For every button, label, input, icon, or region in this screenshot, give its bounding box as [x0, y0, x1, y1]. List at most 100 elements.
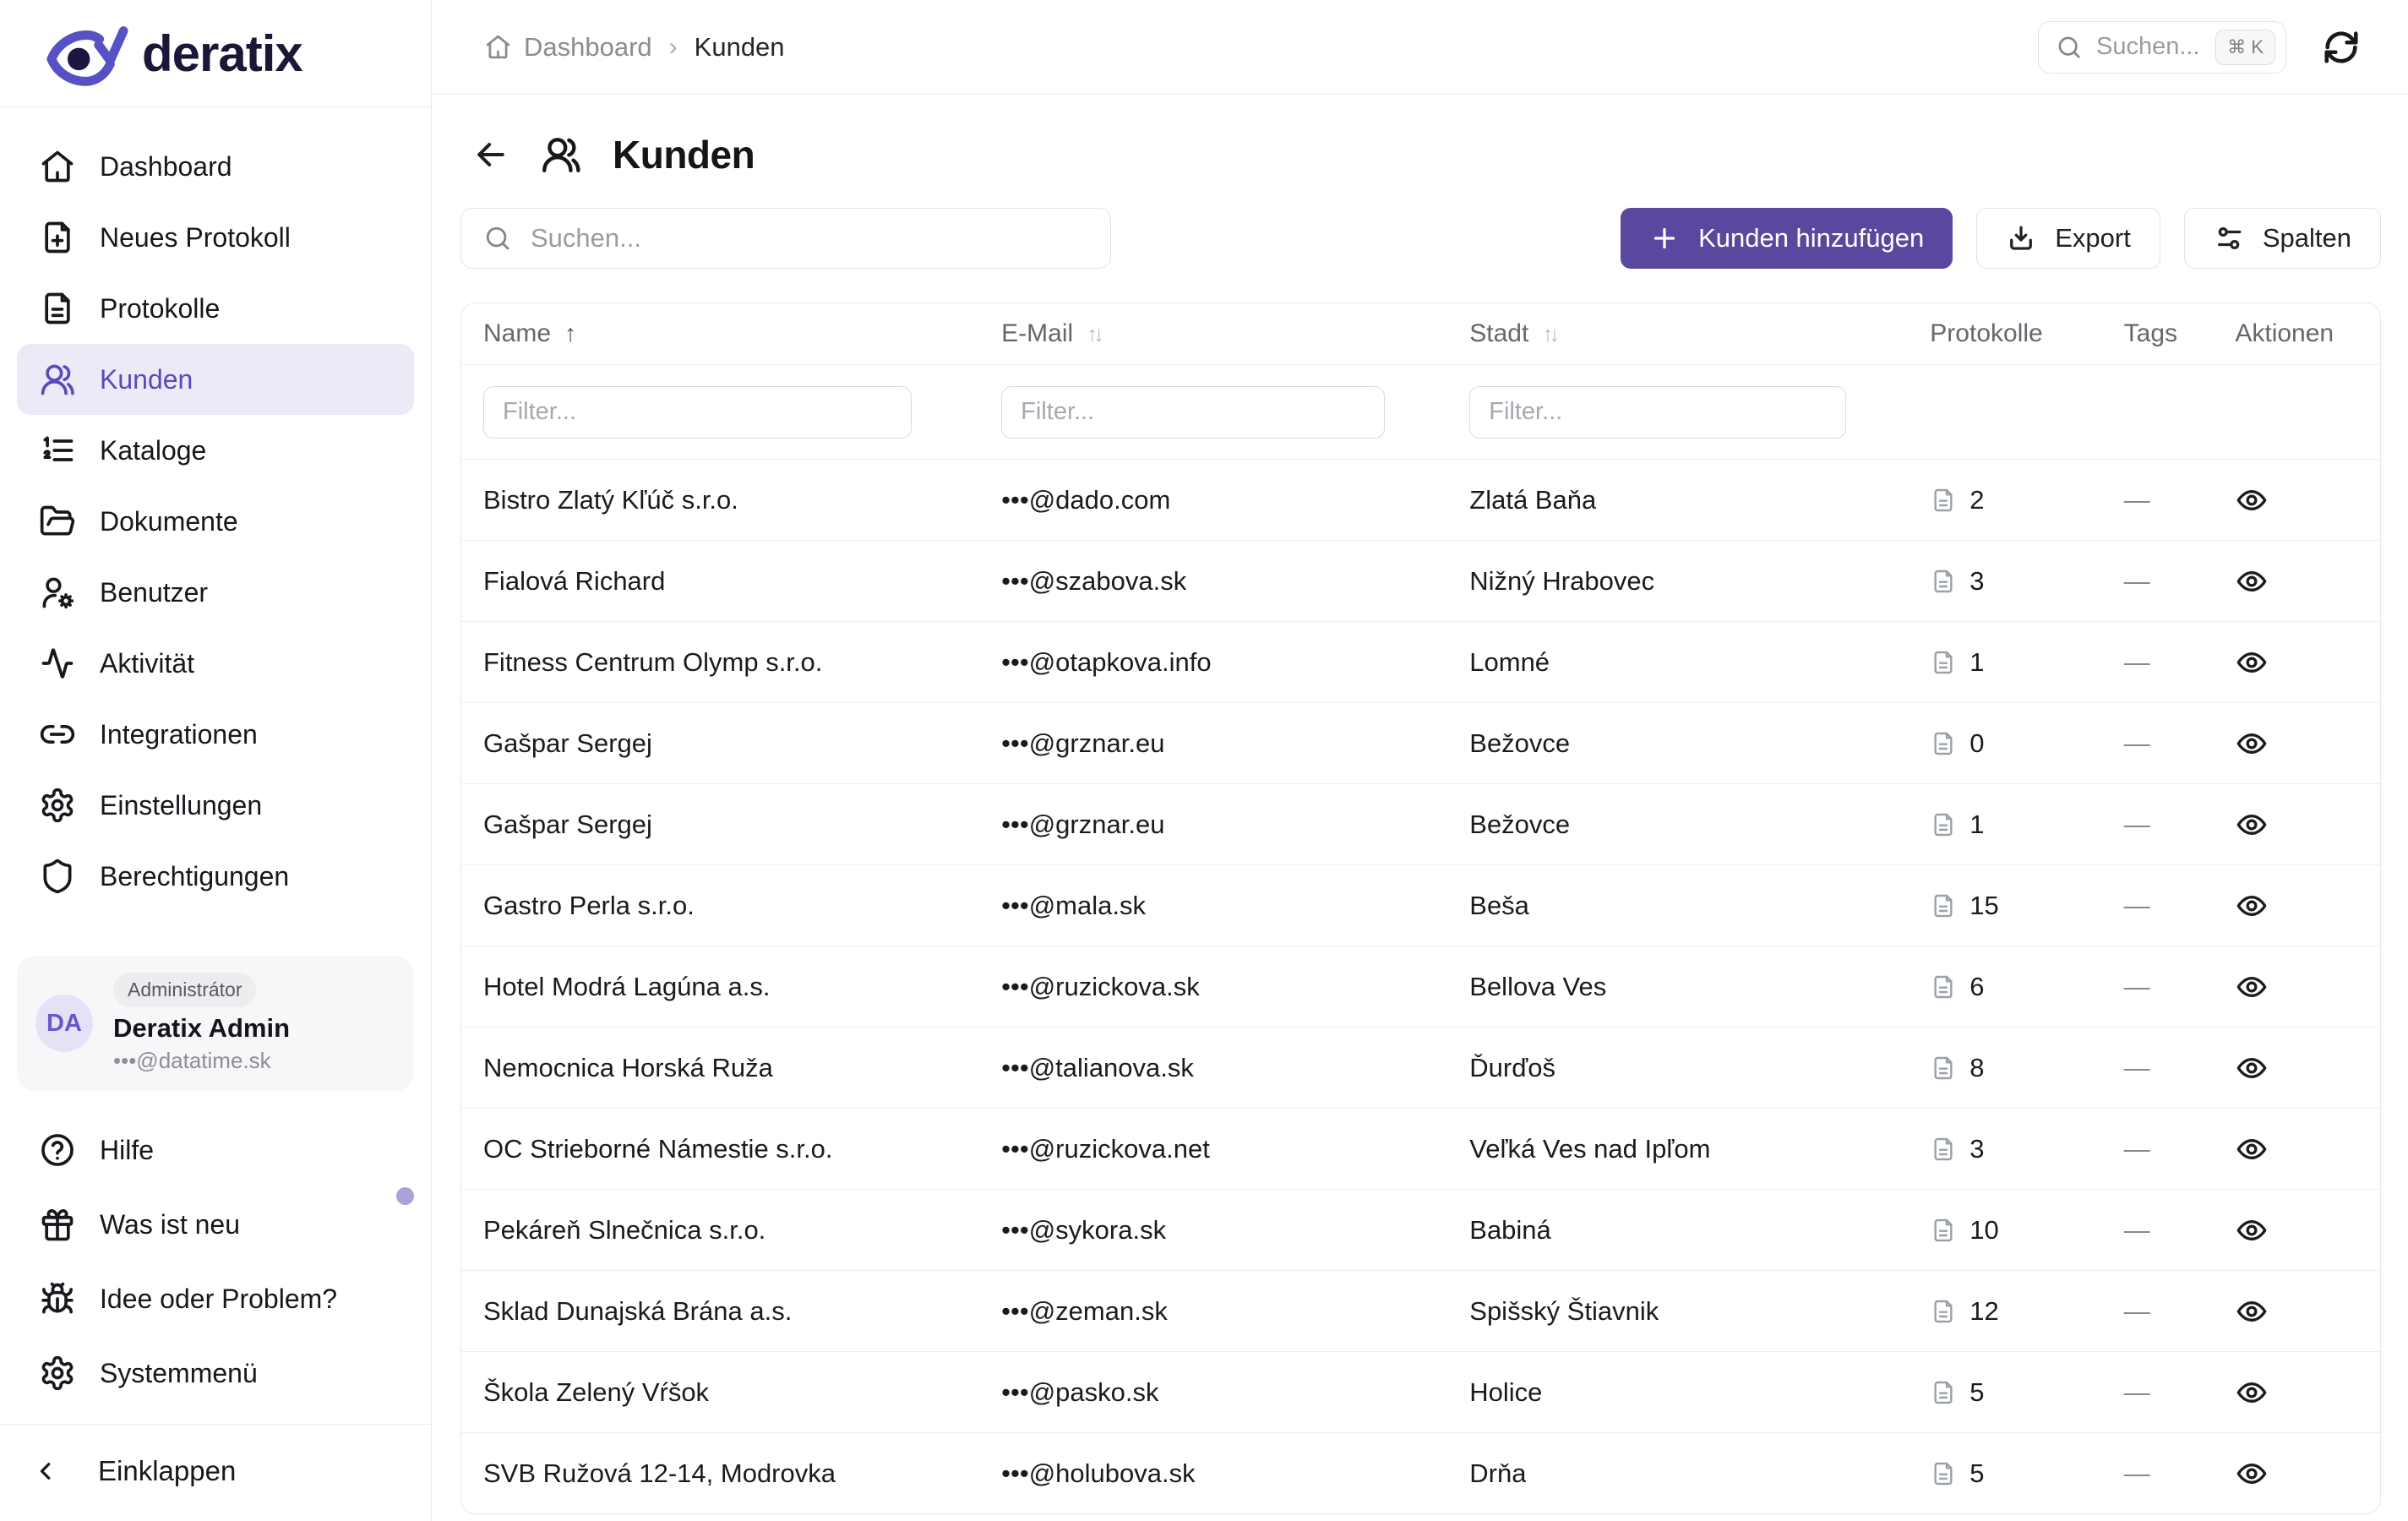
cell-name: Gastro Perla s.r.o.	[461, 891, 979, 921]
view-customer-button[interactable]	[2235, 889, 2269, 923]
table-row[interactable]: Sklad Dunajská Brána a.s. •••@zeman.sk Spi…	[461, 1270, 2380, 1351]
table-row[interactable]: Bistro Zlatý Kľúč s.r.o. •••@dado.com Zlat…	[461, 459, 2380, 540]
cell-actions	[2213, 1132, 2380, 1166]
cell-tags: —	[2102, 1296, 2214, 1327]
cell-city: Babiná	[1447, 1215, 1908, 1246]
home-icon	[39, 148, 76, 185]
cell-email: •••@ruzickova.net	[979, 1134, 1447, 1164]
spalten-button[interactable]: Spalten	[2183, 208, 2381, 269]
view-customer-button[interactable]	[2235, 564, 2269, 598]
column-header-stadt[interactable]: Stadt ↑↓	[1447, 319, 1908, 348]
file-text-icon	[1930, 1217, 1957, 1244]
filter-input-e-mail[interactable]	[1001, 385, 1385, 439]
sidebar-item-benutzer[interactable]: Benutzer	[17, 557, 414, 628]
table-row[interactable]: Fialová Richard •••@szabova.sk Nižný Hrabo…	[461, 540, 2380, 621]
view-customer-button[interactable]	[2235, 483, 2269, 517]
table-row[interactable]: SVB Ružová 12-14, Modrovka •••@holubova.s…	[461, 1432, 2380, 1513]
global-search-box[interactable]: ⌘ K	[2038, 20, 2286, 74]
sidebar-item-label: Kunden	[100, 363, 193, 395]
table-row[interactable]: Gastro Perla s.r.o. •••@mala.sk Beša 15 —	[461, 864, 2380, 946]
view-customer-button[interactable]	[2235, 1457, 2269, 1491]
table-row[interactable]: Nemocnica Horská Ruža •••@talianova.sk Ďur…	[461, 1027, 2380, 1108]
table-filter-row	[461, 364, 2380, 459]
sidebar-item-idee-oder-problem[interactable]: Idee oder Problem?	[17, 1262, 414, 1336]
cell-tags: —	[2102, 566, 2214, 597]
cell-actions	[2213, 564, 2380, 598]
view-customer-button[interactable]	[2235, 1132, 2269, 1166]
sidebar-item-integrationen[interactable]: Integrationen	[17, 699, 414, 770]
export-button[interactable]: Export	[1976, 208, 2160, 269]
back-button[interactable]	[472, 136, 509, 173]
view-customer-button[interactable]	[2235, 727, 2269, 760]
kunden-hinzuf-gen-button[interactable]: Kunden hinzufügen	[1621, 208, 1953, 269]
view-customer-button[interactable]	[2235, 808, 2269, 842]
collapse-label: Einklappen	[98, 1455, 237, 1486]
column-label: Stadt	[1469, 319, 1529, 347]
table-search-input[interactable]	[531, 223, 1088, 254]
cell-tags: —	[2102, 1134, 2214, 1164]
cell-name: Škola Zelený Vŕšok	[461, 1377, 979, 1408]
collapse-sidebar-button[interactable]: Einklappen	[17, 1442, 414, 1501]
filter-input-stadt[interactable]	[1469, 385, 1846, 439]
file-text-icon	[1930, 649, 1957, 676]
table-row[interactable]: Fitness Centrum Olymp s.r.o. •••@otapkova…	[461, 621, 2380, 702]
sidebar-item-einstellungen[interactable]: Einstellungen	[17, 770, 414, 841]
cell-actions	[2213, 889, 2380, 923]
file-text-icon	[1930, 811, 1957, 838]
view-customer-button[interactable]	[2235, 1213, 2269, 1247]
sidebar-item-was-ist-neu[interactable]: Was ist neu	[17, 1187, 414, 1262]
table-row[interactable]: Škola Zelený Vŕšok •••@pasko.sk Holice 5 —	[461, 1351, 2380, 1432]
cell-city: Bežovce	[1447, 810, 1908, 840]
view-customer-button[interactable]	[2235, 1051, 2269, 1085]
view-customer-button[interactable]	[2235, 1376, 2269, 1409]
sidebar-item-hilfe[interactable]: Hilfe	[17, 1113, 414, 1187]
view-customer-button[interactable]	[2235, 1295, 2269, 1328]
sidebar-item-protokolle[interactable]: Protokolle	[17, 273, 414, 344]
table-row[interactable]: Hotel Modrá Lagúna a.s. •••@ruzickova.sk B…	[461, 946, 2380, 1027]
cell-actions	[2213, 808, 2380, 842]
table-body: Bistro Zlatý Kľúč s.r.o. •••@dado.com Zlat…	[461, 459, 2380, 1513]
cell-actions	[2213, 483, 2380, 517]
table-row[interactable]: Pekáreň Slnečnica s.r.o. •••@sykora.sk Bab…	[461, 1189, 2380, 1270]
breadcrumb-label: Dashboard	[524, 31, 652, 62]
column-header-protokolle: Protokolle	[1908, 319, 2101, 348]
cell-email: •••@ruzickova.sk	[979, 972, 1447, 1002]
customer-email: •••@talianova.sk	[1001, 1052, 1194, 1082]
column-header-name[interactable]: Name ↑	[461, 319, 979, 348]
cell-name: Fitness Centrum Olymp s.r.o.	[461, 647, 979, 678]
table-row[interactable]: Gašpar Sergej •••@grznar.eu Bežovce 1 —	[461, 783, 2380, 864]
view-customer-button[interactable]	[2235, 646, 2269, 679]
table-search-box[interactable]	[460, 208, 1111, 269]
file-text-icon	[1930, 1055, 1957, 1082]
sidebar-item-kunden[interactable]: Kunden	[17, 344, 414, 415]
sidebar-item-berechtigungen[interactable]: Berechtigungen	[17, 841, 414, 912]
user-card[interactable]: DA Administrátor Deratix Admin •••@datat…	[17, 956, 414, 1091]
sidebar-item-neues-protokoll[interactable]: Neues Protokoll	[17, 202, 414, 273]
tags-value: —	[2123, 890, 2150, 920]
column-header-e-mail[interactable]: E-Mail ↑↓	[979, 319, 1447, 348]
table-row[interactable]: Gašpar Sergej •••@grznar.eu Bežovce 0 —	[461, 702, 2380, 783]
sidebar-item-aktivit-t[interactable]: Aktivität	[17, 628, 414, 699]
table-row[interactable]: OC Strieborné Námestie s.r.o. •••@ruzicko…	[461, 1108, 2380, 1189]
sidebar-item-dokumente[interactable]: Dokumente	[17, 486, 414, 557]
tags-value: —	[2123, 646, 2150, 677]
filter-input-name[interactable]	[483, 385, 912, 439]
sidebar-item-systemmen[interactable]: Systemmenü	[17, 1336, 414, 1410]
tags-value: —	[2123, 1052, 2150, 1082]
global-search-input[interactable]	[2096, 33, 2203, 61]
customers-table: Name ↑ E-Mail ↑↓ Stadt ↑↓ Protokolle Tags Aktion…	[460, 303, 2381, 1514]
cell-city: Drňa	[1447, 1458, 1908, 1489]
cell-tags: —	[2102, 647, 2214, 678]
cell-protocols: 2	[1908, 485, 2101, 515]
sidebar-item-dashboard[interactable]: Dashboard	[17, 131, 414, 202]
brand-logo[interactable]: deratix	[46, 19, 303, 87]
sidebar-item-kataloge[interactable]: Kataloge	[17, 415, 414, 486]
refresh-icon[interactable]	[2322, 28, 2361, 67]
cell-tags: —	[2102, 1377, 2214, 1408]
breadcrumb-item-kunden[interactable]: Kunden	[695, 32, 785, 63]
file-text-icon	[1930, 973, 1957, 1000]
breadcrumb-item-dashboard[interactable]: Dashboard	[484, 32, 652, 63]
search-icon	[2056, 34, 2083, 61]
view-customer-button[interactable]	[2235, 970, 2269, 1004]
protocols-count: 5	[1969, 1458, 1985, 1488]
